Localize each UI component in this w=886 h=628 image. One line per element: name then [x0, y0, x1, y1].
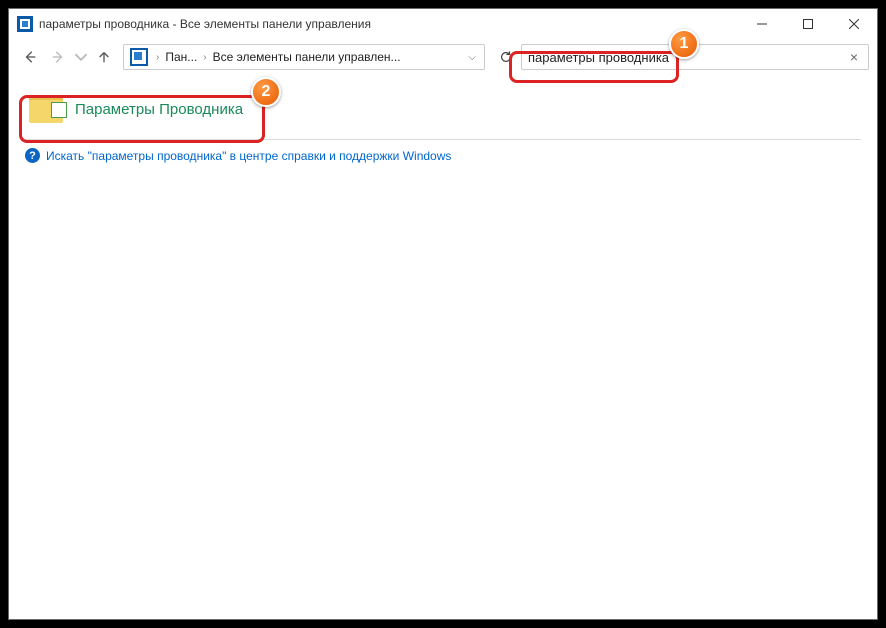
- result-label: Параметры Проводника: [75, 101, 243, 118]
- search-value: параметры проводника: [528, 50, 669, 65]
- divider: [25, 139, 861, 140]
- forward-button[interactable]: [45, 44, 71, 70]
- location-icon: [130, 48, 148, 66]
- content-area: Параметры Проводника ? Искать "параметры…: [9, 75, 877, 619]
- window-controls: [739, 9, 877, 39]
- chevron-right-icon: ›: [199, 52, 210, 63]
- search-input[interactable]: параметры проводника ×: [521, 44, 869, 70]
- result-item-explorer-options[interactable]: Параметры Проводника: [25, 89, 861, 129]
- address-bar[interactable]: › Пан... › Все элементы панели управлен.…: [123, 44, 485, 70]
- help-link-text: Искать "параметры проводника" в центре с…: [46, 149, 451, 163]
- chevron-right-icon: ›: [152, 52, 163, 63]
- titlebar: параметры проводника - Все элементы пане…: [9, 9, 877, 39]
- recent-dropdown[interactable]: [73, 44, 89, 70]
- maximize-button[interactable]: [785, 9, 831, 39]
- help-search-link[interactable]: ? Искать "параметры проводника" в центре…: [25, 148, 861, 163]
- breadcrumb-current[interactable]: Все элементы панели управлен...: [211, 50, 403, 64]
- minimize-button[interactable]: [739, 9, 785, 39]
- control-panel-window: параметры проводника - Все элементы пане…: [8, 8, 878, 620]
- window-title: параметры проводника - Все элементы пане…: [39, 17, 371, 31]
- back-button[interactable]: [17, 44, 43, 70]
- breadcrumb-root[interactable]: Пан...: [163, 50, 199, 64]
- help-icon: ?: [25, 148, 40, 163]
- clear-search-button[interactable]: ×: [846, 49, 862, 65]
- navigation-bar: › Пан... › Все элементы панели управлен.…: [9, 39, 877, 75]
- address-dropdown-icon[interactable]: ⌵: [462, 52, 482, 63]
- folder-options-icon: [29, 95, 63, 123]
- refresh-button[interactable]: [493, 44, 519, 70]
- control-panel-icon: [17, 16, 33, 32]
- up-button[interactable]: [91, 44, 117, 70]
- close-button[interactable]: [831, 9, 877, 39]
